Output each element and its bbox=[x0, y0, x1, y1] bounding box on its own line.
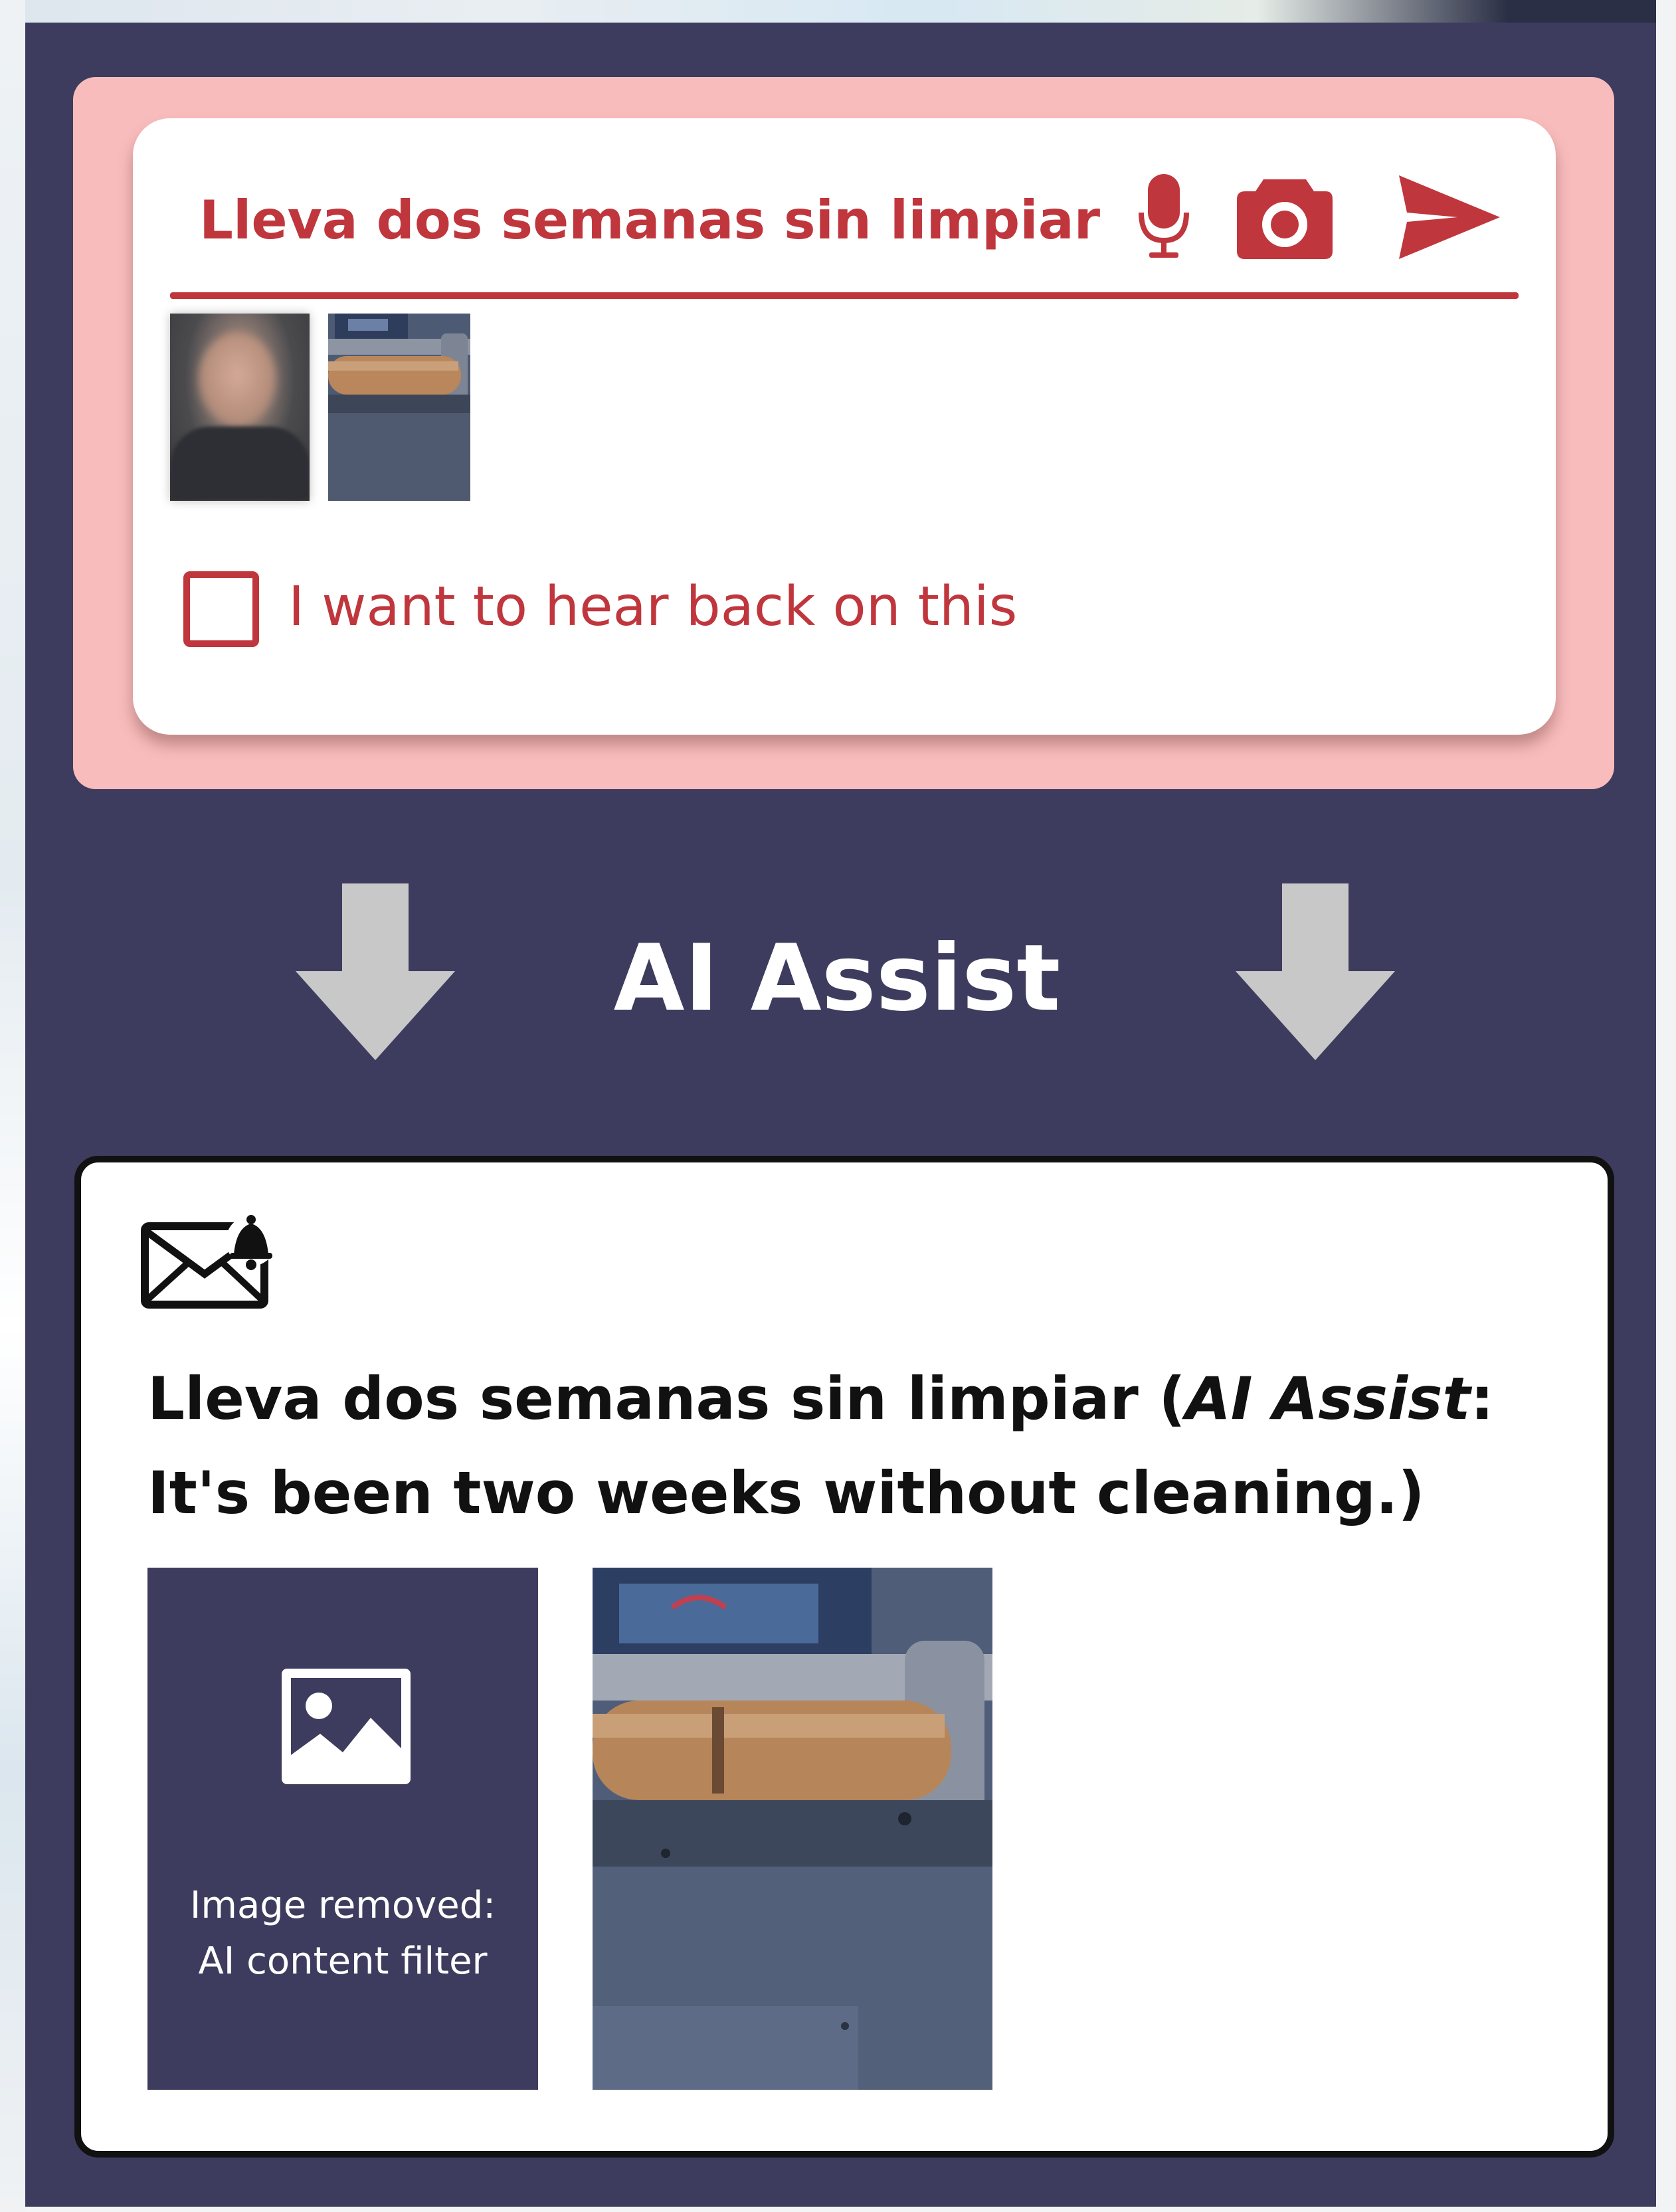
attachment-thumbnail-seat[interactable] bbox=[328, 314, 470, 501]
assist-output-text: Lleva dos semanas sin limpiar (AI Assist… bbox=[147, 1352, 1582, 1540]
microphone-icon[interactable] bbox=[1137, 174, 1190, 260]
hear-back-label: I want to hear back on this bbox=[288, 575, 1018, 638]
mail-alert-icon bbox=[141, 1215, 276, 1309]
image-icon bbox=[282, 1669, 411, 1784]
removed-notice-line1: Image removed: bbox=[189, 1884, 496, 1927]
removed-notice-line2: AI content filter bbox=[198, 1940, 488, 1983]
original-text: Lleva dos semanas sin limpiar bbox=[147, 1364, 1139, 1433]
arrow-down-left-icon bbox=[296, 883, 455, 1060]
background-map-strip-left bbox=[0, 0, 25, 2212]
image-removed-placeholder: Image removed: AI content filter bbox=[147, 1568, 538, 2090]
person-shoulders bbox=[170, 426, 310, 501]
hear-back-checkbox[interactable] bbox=[183, 571, 259, 647]
message-input[interactable]: Lleva dos semanas sin limpiar bbox=[199, 189, 1100, 251]
seat-back-photo bbox=[593, 1568, 992, 2090]
background-strip-right bbox=[1656, 0, 1676, 2212]
open-paren: ( bbox=[1138, 1364, 1186, 1433]
assist-label: AI Assist bbox=[1185, 1364, 1471, 1433]
seat-thumbnail-graphic bbox=[328, 314, 470, 501]
ai-assist-title: AI Assist bbox=[613, 925, 1061, 1032]
attachment-thumbnail-person[interactable] bbox=[170, 314, 310, 501]
input-underline bbox=[170, 292, 1519, 299]
arrow-down-right-icon bbox=[1236, 883, 1395, 1060]
seat-photo-graphic bbox=[593, 1568, 992, 2090]
camera-icon[interactable] bbox=[1237, 173, 1333, 259]
send-icon[interactable] bbox=[1399, 174, 1500, 260]
blurred-face bbox=[198, 333, 276, 425]
